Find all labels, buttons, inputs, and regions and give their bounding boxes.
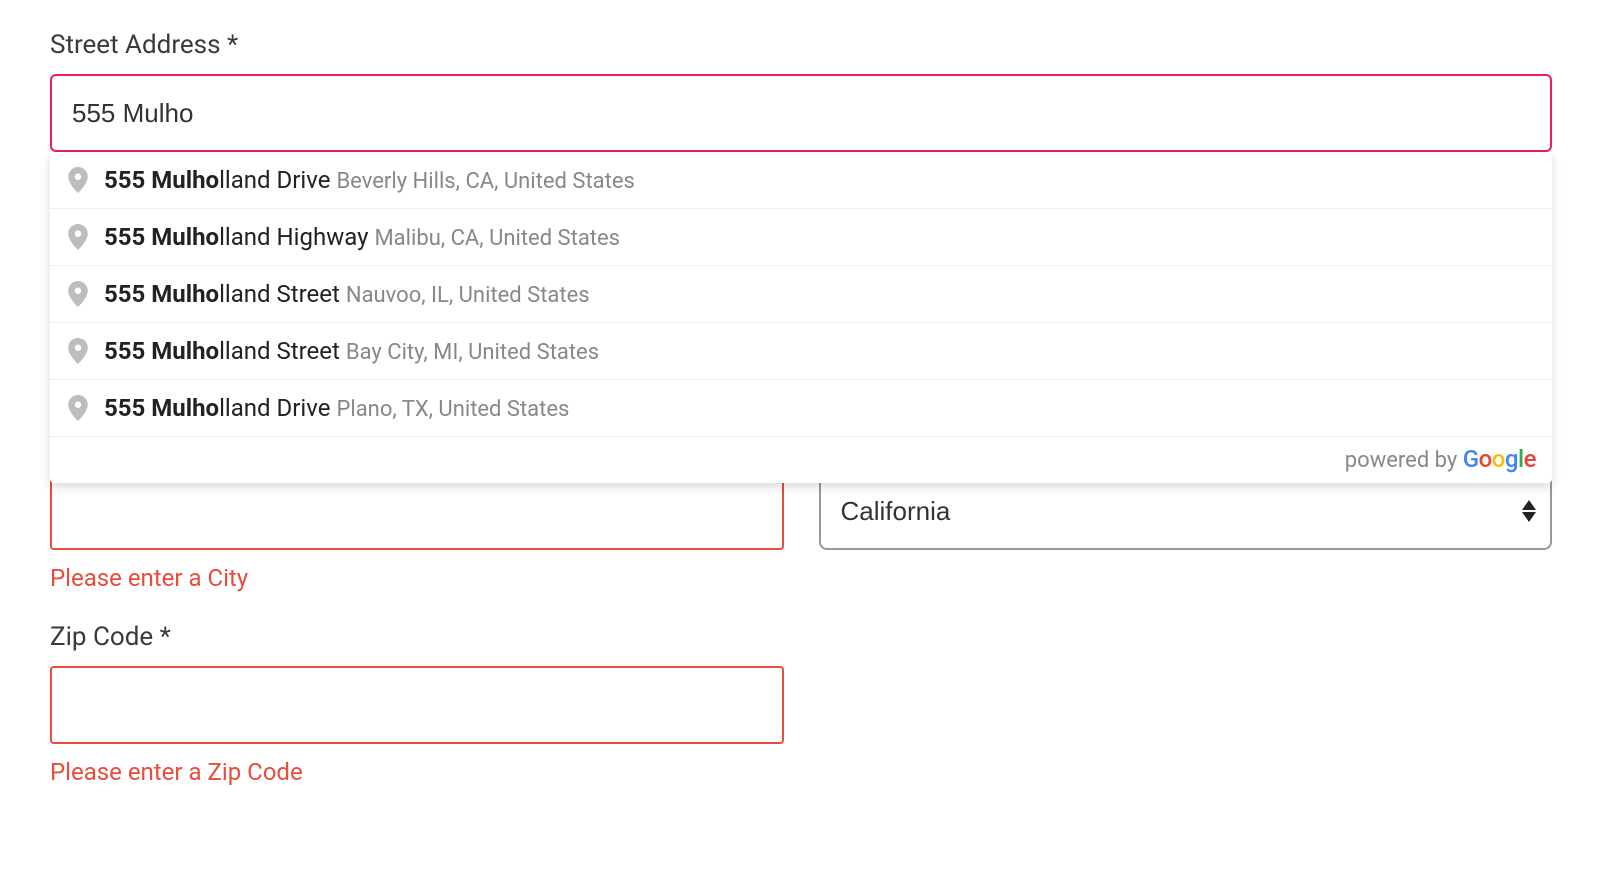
suggestion-text: 555 Mulholland HighwayMalibu, CA, United… [104,223,620,251]
suggestion-item[interactable]: 555 Mulholland DrivePlano, TX, United St… [50,380,1552,437]
city-error-message: Please enter a City [50,564,784,592]
street-address-input[interactable] [50,74,1552,152]
street-address-label: Street Address * [50,30,1552,60]
suggestion-text: 555 Mulholland StreetBay City, MI, Unite… [104,337,599,365]
location-pin-icon [68,338,88,364]
zip-code-label: Zip Code * [50,622,784,652]
powered-by-google: powered by Google [50,437,1552,483]
location-pin-icon [68,281,88,307]
address-suggestion-dropdown: 555 Mulholland DriveBeverly Hills, CA, U… [50,152,1552,483]
suggestion-text: 555 Mulholland DriveBeverly Hills, CA, U… [104,166,635,194]
city-input[interactable] [50,472,784,550]
zip-error-message: Please enter a Zip Code [50,758,784,786]
state-select[interactable]: California [819,472,1553,550]
suggestion-item[interactable]: 555 Mulholland HighwayMalibu, CA, United… [50,209,1552,266]
location-pin-icon [68,167,88,193]
suggestion-text: 555 Mulholland DrivePlano, TX, United St… [104,394,569,422]
location-pin-icon [68,395,88,421]
suggestion-item[interactable]: 555 Mulholland DriveBeverly Hills, CA, U… [50,152,1552,209]
location-pin-icon [68,224,88,250]
zip-code-input[interactable] [50,666,784,744]
suggestion-text: 555 Mulholland StreetNauvoo, IL, United … [104,280,590,308]
suggestion-item[interactable]: 555 Mulholland StreetBay City, MI, Unite… [50,323,1552,380]
suggestion-item[interactable]: 555 Mulholland StreetNauvoo, IL, United … [50,266,1552,323]
